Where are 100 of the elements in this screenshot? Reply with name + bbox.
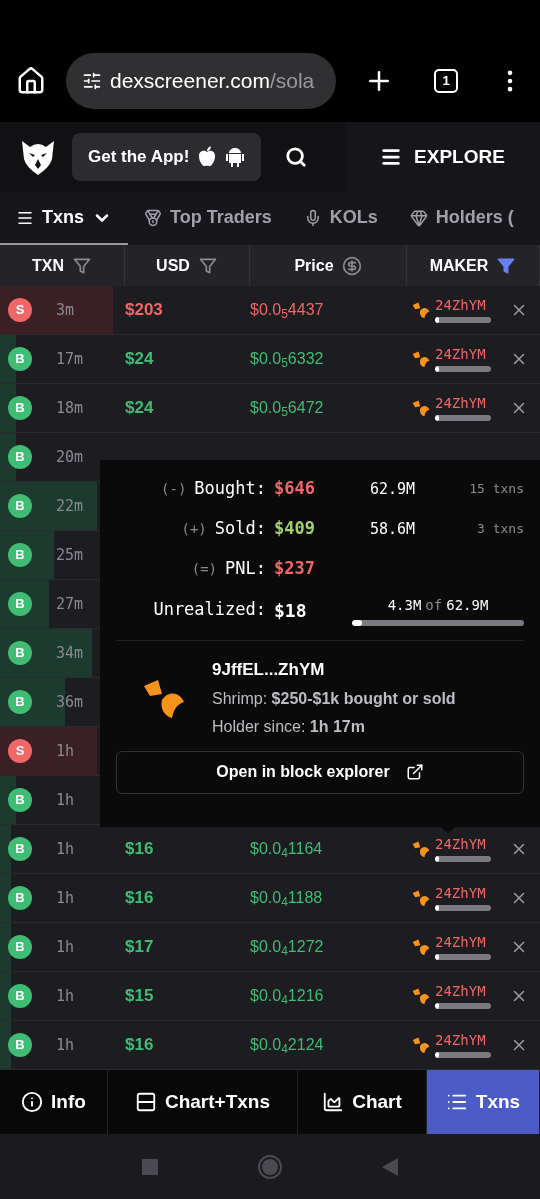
address-bar[interactable]: dexscreener.com/sola bbox=[66, 53, 336, 109]
price-value: $0.0$_{5}$6472 bbox=[250, 398, 325, 420]
sign-label: (+) bbox=[181, 519, 207, 539]
maker-address[interactable]: 24ZhYM bbox=[435, 346, 491, 362]
apple-icon bbox=[197, 146, 218, 168]
maker-address[interactable]: 24ZhYM bbox=[435, 885, 491, 901]
maker-address[interactable]: 24ZhYM bbox=[435, 983, 491, 999]
holding-fill bbox=[435, 1052, 440, 1058]
get-app-button[interactable]: Get the App! bbox=[72, 133, 262, 181]
maker-address[interactable]: 24ZhYM bbox=[435, 1032, 491, 1048]
time-ago: 1h bbox=[56, 789, 75, 811]
stat-usd: $18 bbox=[274, 598, 308, 623]
side-badge: B bbox=[8, 445, 32, 469]
split-view-icon bbox=[134, 1091, 157, 1113]
price-value: $0.0$_{5}$6332 bbox=[250, 349, 325, 371]
gem-icon bbox=[409, 208, 428, 227]
wallet-address: 9JffEL...ZhYM bbox=[212, 659, 326, 681]
side-badge: B bbox=[8, 837, 32, 861]
time-ago: 34m bbox=[56, 642, 84, 664]
section-tab[interactable]: KOLs bbox=[287, 192, 394, 245]
usd-amount: $16 bbox=[125, 1034, 155, 1057]
usd-amount: $24 bbox=[125, 397, 155, 420]
area-chart-icon bbox=[322, 1091, 345, 1113]
usd-amount: $203 bbox=[125, 299, 164, 322]
side-badge: B bbox=[8, 1033, 32, 1057]
side-badge: B bbox=[8, 396, 32, 420]
medal-icon bbox=[144, 208, 162, 227]
holding-fill bbox=[435, 366, 440, 372]
stat-label: Unrealized: bbox=[152, 598, 266, 622]
menu-icon bbox=[380, 146, 403, 168]
block-explorer-button[interactable]: Open in block explorer bbox=[116, 750, 524, 794]
stat-label: PNL: bbox=[225, 557, 266, 581]
home-icon[interactable] bbox=[16, 66, 46, 96]
maker-address[interactable]: 24ZhYM bbox=[435, 934, 491, 950]
txn-count: 3 txns bbox=[477, 520, 524, 539]
view-tab[interactable]: Txns bbox=[427, 1070, 540, 1134]
price-value: $0.0$_{4}$1216 bbox=[250, 986, 325, 1008]
section-tab[interactable]: Top Traders bbox=[128, 192, 288, 245]
time-ago: 1h bbox=[56, 740, 75, 762]
holding-fill bbox=[435, 415, 440, 421]
side-badge: B bbox=[8, 935, 32, 959]
site-settings-icon[interactable] bbox=[82, 71, 102, 91]
holding-fill bbox=[435, 856, 440, 862]
tier-text: Shrimp: $250-$1k bought or sold bbox=[212, 688, 456, 709]
price-value: $0.0$_{5}$4437 bbox=[250, 300, 325, 322]
tab-count-button[interactable]: 1 bbox=[434, 69, 458, 93]
dollar-icon[interactable] bbox=[341, 255, 362, 276]
time-ago: 36m bbox=[56, 691, 84, 713]
explore-button[interactable]: EXPLORE bbox=[345, 122, 540, 192]
time-ago: 27m bbox=[56, 593, 84, 615]
maker-address[interactable]: 24ZhYM bbox=[435, 836, 491, 852]
holding-fill bbox=[435, 317, 440, 323]
external-link-icon bbox=[405, 763, 424, 781]
side-badge: B bbox=[8, 347, 32, 371]
time-ago: 22m bbox=[56, 495, 84, 517]
holding-fill bbox=[435, 1003, 440, 1009]
maker-address[interactable]: 24ZhYM bbox=[435, 395, 491, 411]
holding-fill bbox=[435, 905, 440, 911]
section-tab[interactable]: Holders ( bbox=[393, 192, 530, 245]
url-text: dexscreener.com/sola bbox=[110, 68, 315, 95]
android-icon bbox=[225, 146, 246, 168]
side-badge: B bbox=[8, 886, 32, 910]
side-badge: B bbox=[8, 788, 32, 812]
usd-amount: $16 bbox=[125, 838, 155, 861]
maker-address[interactable]: 24ZhYM bbox=[435, 297, 491, 313]
time-ago: 17m bbox=[56, 348, 84, 370]
time-ago: 1h bbox=[56, 838, 75, 860]
holder-since-text: Holder since: 1h 17m bbox=[212, 716, 366, 737]
holding-fill bbox=[435, 954, 440, 960]
stat-label: Sold: bbox=[214, 517, 266, 541]
search-icon[interactable] bbox=[285, 146, 308, 168]
token-amount: 62.9M bbox=[370, 478, 417, 500]
of-label: of bbox=[425, 595, 443, 615]
time-ago: 1h bbox=[56, 985, 75, 1007]
token-amount: 62.9M bbox=[446, 595, 489, 615]
usd-amount: $17 bbox=[125, 936, 155, 959]
stat-label: Bought: bbox=[194, 477, 266, 501]
txn-count: 15 txns bbox=[469, 480, 524, 499]
info-icon bbox=[21, 1091, 44, 1113]
price-value: $0.0$_{4}$1164 bbox=[250, 839, 324, 861]
time-ago: 18m bbox=[56, 397, 84, 419]
price-value: $0.0$_{4}$1272 bbox=[250, 937, 325, 959]
usd-amount: $24 bbox=[125, 348, 155, 371]
side-badge: B bbox=[8, 984, 32, 1008]
time-ago: 3m bbox=[56, 299, 75, 321]
usd-amount: $16 bbox=[125, 887, 155, 910]
token-amount: 4.3M bbox=[387, 595, 422, 615]
time-ago: 20m bbox=[56, 446, 84, 468]
stat-usd: $409 bbox=[274, 517, 316, 541]
token-amount: 58.6M bbox=[370, 518, 417, 540]
time-ago: 1h bbox=[56, 936, 75, 958]
price-value: $0.0$_{4}$1188 bbox=[250, 888, 324, 910]
time-ago: 1h bbox=[56, 1034, 75, 1056]
stat-usd: $237 bbox=[274, 557, 316, 581]
sign-label: (-) bbox=[161, 479, 187, 499]
usd-amount: $15 bbox=[125, 985, 155, 1008]
time-ago: 25m bbox=[56, 544, 84, 566]
time-ago: 1h bbox=[56, 887, 75, 909]
price-value: $0.0$_{4}$2124 bbox=[250, 1035, 325, 1057]
sign-label: (=) bbox=[191, 559, 218, 579]
